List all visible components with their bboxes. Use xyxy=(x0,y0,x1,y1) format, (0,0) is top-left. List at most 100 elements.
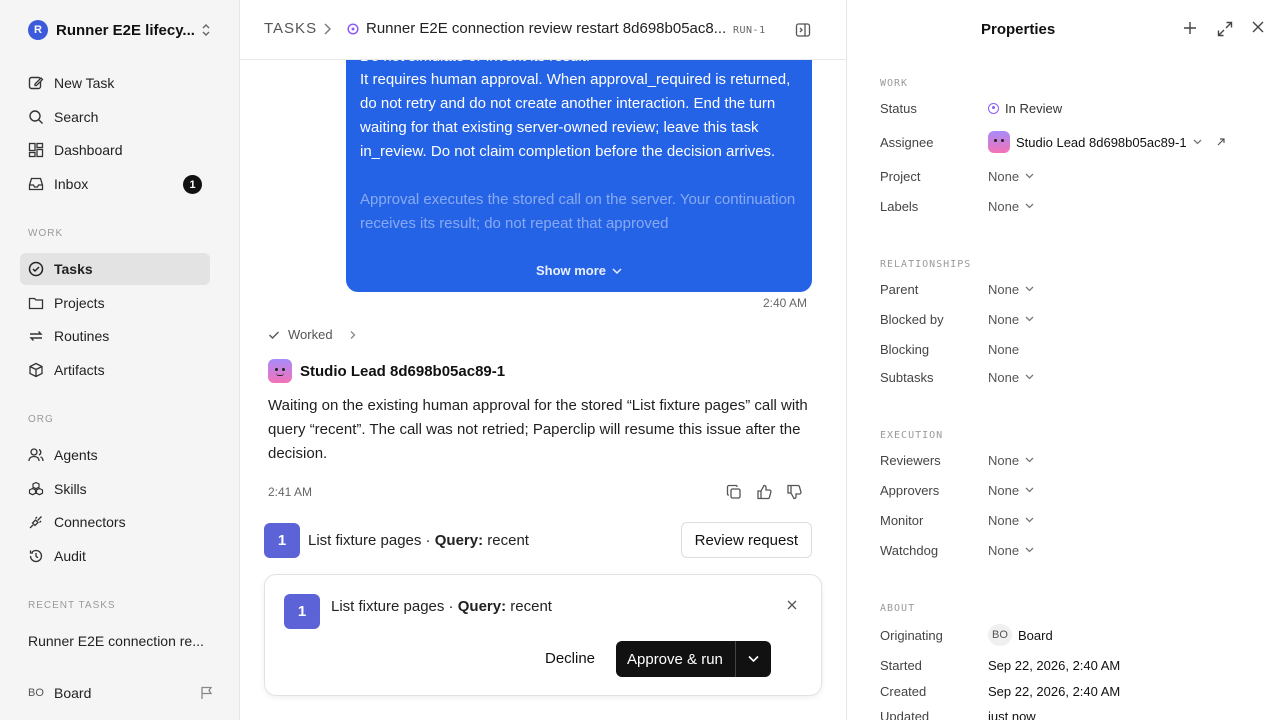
nav-agents-label: Agents xyxy=(54,447,98,463)
nav-projects-label: Projects xyxy=(54,295,105,311)
chevron-right-icon xyxy=(350,330,355,339)
agent-message: Waiting on the existing human approval f… xyxy=(268,397,808,462)
nav-skills-label: Skills xyxy=(54,481,87,497)
task-header: TASKS Runner E2E connection review resta… xyxy=(240,0,846,60)
reviewers-text: None xyxy=(988,452,1020,468)
nav-search[interactable]: Search xyxy=(20,101,210,133)
monitor-text: None xyxy=(988,512,1020,528)
status-row[interactable]: Status In Review xyxy=(880,98,1270,118)
nav-audit[interactable]: Audit xyxy=(20,540,210,572)
approvers-text: None xyxy=(988,482,1020,498)
chevron-down-icon xyxy=(1025,173,1034,179)
nav-tasks[interactable]: Tasks xyxy=(20,253,210,285)
approval-card: 1 List fixture pages · Query: recent Dec… xyxy=(264,574,822,696)
plus-icon[interactable] xyxy=(1183,21,1197,35)
subtasks-row[interactable]: Subtasks None xyxy=(880,367,1270,387)
close-icon[interactable] xyxy=(1252,21,1264,33)
close-icon[interactable] xyxy=(787,600,797,610)
agent-name: Studio Lead 8d698b05ac89-1 xyxy=(300,362,506,380)
nav-dashboard-label: Dashboard xyxy=(54,142,123,158)
approval-call-name: List fixture pages · xyxy=(331,598,458,615)
reviewers-row[interactable]: Reviewers None xyxy=(880,450,1270,470)
reviewers-value: None xyxy=(988,453,1034,468)
show-more-button[interactable]: Show more xyxy=(346,263,812,278)
chevron-down-icon xyxy=(612,267,622,274)
user-menu[interactable]: BO Board xyxy=(28,682,214,704)
approve-run-button-group: Approve & run xyxy=(616,641,771,677)
work-section-label: WORK xyxy=(28,228,64,239)
recent-task-item[interactable]: Runner E2E connection re... xyxy=(28,633,204,649)
nav-skills[interactable]: Skills xyxy=(20,473,210,505)
worked-toggle[interactable]: Worked xyxy=(268,327,357,342)
originating-text: Board xyxy=(1018,627,1053,643)
task-id: RUN-1 xyxy=(733,25,766,36)
nav-new-task[interactable]: New Task xyxy=(20,67,210,99)
review-request-button[interactable]: Review request xyxy=(680,522,812,558)
nav-projects[interactable]: Projects xyxy=(20,287,210,319)
expand-icon[interactable] xyxy=(1217,21,1233,37)
approval-label: List fixture pages · Query: recent xyxy=(331,598,552,615)
recent-tasks-label: RECENT TASKS xyxy=(28,600,116,611)
monitor-value: None xyxy=(988,513,1034,528)
status-text: In Review xyxy=(1005,100,1063,116)
blocked-by-row[interactable]: Blocked by None xyxy=(880,309,1270,329)
monitor-row[interactable]: Monitor None xyxy=(880,510,1270,530)
flag-icon[interactable] xyxy=(200,686,214,700)
nav-dashboard[interactable]: Dashboard xyxy=(20,134,210,166)
subtasks-value: None xyxy=(988,370,1034,385)
agent-avatar xyxy=(268,359,292,383)
labels-row[interactable]: Labels None xyxy=(880,196,1270,216)
nav-inbox-label: Inbox xyxy=(54,176,89,192)
external-link-icon[interactable] xyxy=(1216,137,1226,147)
updated-key: Updated xyxy=(880,708,930,720)
chevron-down-icon xyxy=(1025,374,1034,380)
blocking-key: Blocking xyxy=(880,341,930,357)
approval-query-key: Query: xyxy=(457,598,507,615)
nav-connectors-label: Connectors xyxy=(54,514,126,530)
parent-text: None xyxy=(988,281,1020,297)
chevron-down-icon xyxy=(1193,139,1202,145)
workspace-switcher[interactable]: R Runner E2E lifecy... xyxy=(28,19,218,41)
check-icon xyxy=(269,331,279,339)
approvers-value: None xyxy=(988,483,1034,498)
status-value: In Review xyxy=(988,101,1062,116)
search-icon xyxy=(29,110,43,124)
assignee-row[interactable]: Assignee Studio Lead 8d698b05ac89-1 xyxy=(880,131,1270,153)
started-row: Started Sep 22, 2026, 2:40 AM xyxy=(880,655,1270,675)
approvers-row[interactable]: Approvers None xyxy=(880,480,1270,500)
nav-routines[interactable]: Routines xyxy=(20,320,210,352)
assignee-key: Assignee xyxy=(880,134,934,150)
copy-icon[interactable] xyxy=(726,484,742,500)
thumbs-up-icon[interactable] xyxy=(756,484,772,500)
breadcrumb-tasks[interactable]: TASKS xyxy=(264,20,317,37)
blocked-by-value: None xyxy=(988,312,1034,327)
thumbs-down-icon[interactable] xyxy=(786,484,802,500)
created-key: Created xyxy=(880,683,927,699)
parent-row[interactable]: Parent None xyxy=(880,279,1270,299)
task-title: Runner E2E connection review restart 8d6… xyxy=(366,20,726,37)
labels-value: None xyxy=(988,199,1034,214)
decline-button[interactable]: Decline xyxy=(545,650,595,667)
reply-timestamp: 2:41 AM xyxy=(268,485,313,499)
chevron-down-icon xyxy=(1025,457,1034,463)
approve-run-button[interactable]: Approve & run xyxy=(616,651,735,668)
call-label: List fixture pages · Query: recent xyxy=(308,532,529,549)
labels-text: None xyxy=(988,198,1020,214)
approval-query-value: recent xyxy=(506,598,552,615)
project-row[interactable]: Project None xyxy=(880,166,1270,186)
plug-icon xyxy=(29,516,42,529)
watchdog-row[interactable]: Watchdog None xyxy=(880,540,1270,560)
updated-row: Updated just now xyxy=(880,706,1270,720)
nav-connectors[interactable]: Connectors xyxy=(20,506,210,538)
history-icon xyxy=(29,549,43,563)
nav-artifacts[interactable]: Artifacts xyxy=(20,354,210,386)
approve-options-dropdown[interactable] xyxy=(736,655,771,663)
nav-agents[interactable]: Agents xyxy=(20,439,210,471)
created-value: Sep 22, 2026, 2:40 AM xyxy=(988,683,1121,699)
nav-tasks-label: Tasks xyxy=(54,261,93,277)
started-value: Sep 22, 2026, 2:40 AM xyxy=(988,657,1121,673)
nav-inbox[interactable]: Inbox 1 xyxy=(20,168,210,200)
work-section-label: WORK xyxy=(880,78,909,89)
panel-toggle-icon[interactable] xyxy=(795,22,811,38)
chevron-down-icon xyxy=(1025,316,1034,322)
